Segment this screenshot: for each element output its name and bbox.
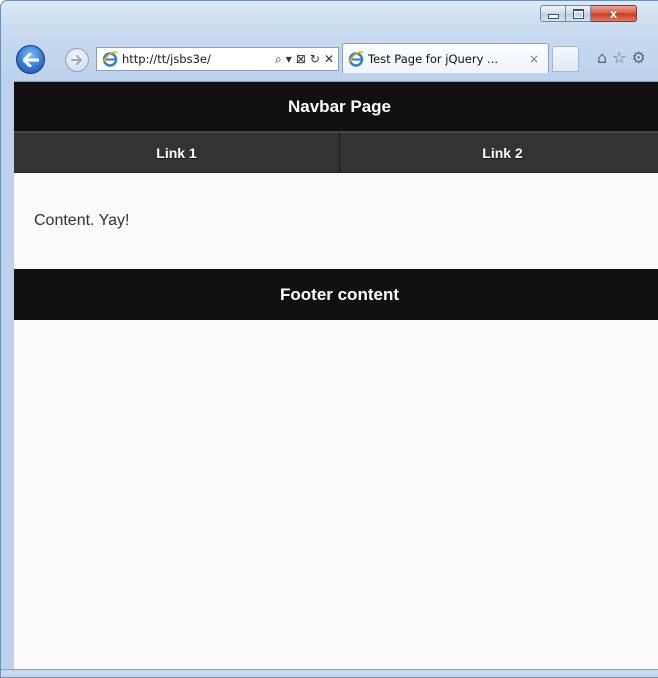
window-caption-buttons: x xyxy=(540,5,637,22)
footer-text: Footer content xyxy=(280,284,399,304)
nav-link-1[interactable]: Link 1 xyxy=(14,132,339,172)
favorites-icon[interactable]: ☆ xyxy=(612,48,626,67)
stop-icon[interactable]: ✕ xyxy=(324,52,334,66)
minimize-icon xyxy=(547,14,559,19)
page-header: Navbar Page xyxy=(14,82,658,132)
forward-arrow-icon xyxy=(71,55,82,65)
home-icon[interactable]: ⌂ xyxy=(597,48,607,67)
page-viewport: Navbar Page Link 1 Link 2 Content. Yay! … xyxy=(14,81,658,672)
address-bar[interactable]: http://tt/jsbs3e/ ⌕ ▾ ⊠ ↻ ✕ xyxy=(96,47,339,71)
window-bottom-border xyxy=(1,669,658,677)
address-url[interactable]: http://tt/jsbs3e/ xyxy=(122,52,275,66)
new-tab-button[interactable] xyxy=(552,46,579,72)
dropdown-arrow-icon[interactable]: ▾ xyxy=(286,52,292,66)
search-icon[interactable]: ⌕ xyxy=(275,52,282,67)
nav-link-2[interactable]: Link 2 xyxy=(339,132,658,172)
back-arrow-icon xyxy=(22,52,39,67)
tab-active[interactable]: Test Page for jQuery ... × xyxy=(342,43,549,73)
page-title: Navbar Page xyxy=(288,96,391,116)
back-button[interactable] xyxy=(16,45,45,74)
minimize-button[interactable] xyxy=(540,5,566,22)
tab-ie-logo-icon xyxy=(348,50,364,67)
page-footer: Footer content xyxy=(14,269,658,320)
address-tools: ⌕ ▾ ⊠ ↻ ✕ xyxy=(275,52,334,67)
browser-window: x http://tt/jsbs3e/ ⌕ ▾ ⊠ ↻ ✕ Test Page … xyxy=(0,0,658,678)
navbar: Link 1 Link 2 xyxy=(14,132,658,173)
page-content: Content. Yay! xyxy=(14,173,658,269)
tab-title: Test Page for jQuery ... xyxy=(368,51,499,66)
forward-button[interactable] xyxy=(65,48,89,72)
tools-icon[interactable]: ⚙ xyxy=(632,48,646,67)
compatibility-view-icon[interactable]: ⊠ xyxy=(296,52,306,66)
maximize-button[interactable] xyxy=(566,5,591,22)
tab-close-icon[interactable]: × xyxy=(526,52,542,66)
close-icon: x xyxy=(609,6,618,21)
maximize-icon xyxy=(572,8,584,19)
close-window-button[interactable]: x xyxy=(591,5,637,22)
ie-logo-icon xyxy=(102,51,118,67)
refresh-icon[interactable]: ↻ xyxy=(310,52,320,66)
content-text: Content. Yay! xyxy=(34,212,130,229)
command-icons: ⌂ ☆ ⚙ xyxy=(597,48,646,67)
